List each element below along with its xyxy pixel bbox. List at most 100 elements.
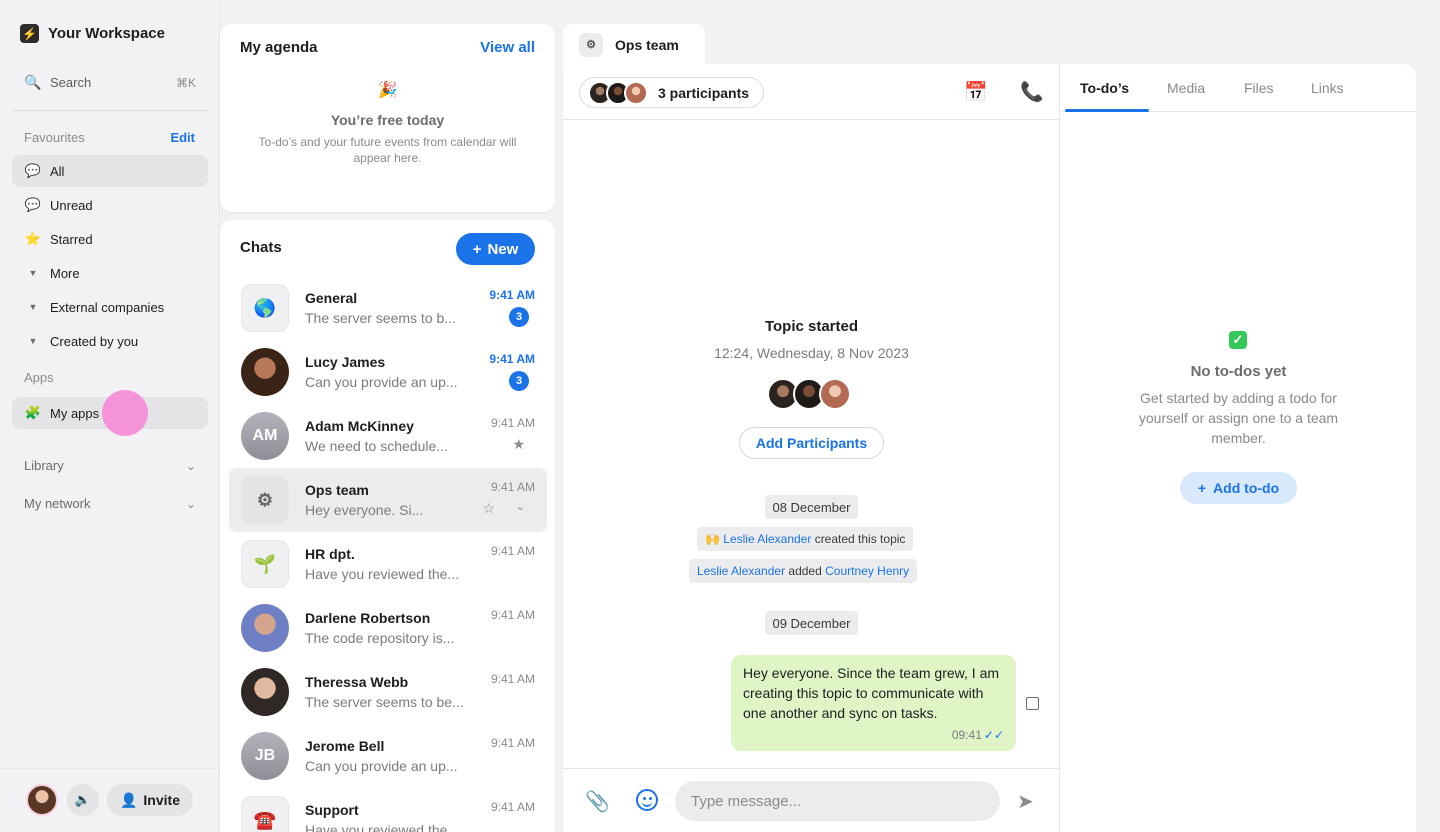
plus-icon: + [1197, 480, 1207, 496]
chat-name: Support [305, 802, 359, 818]
chat-row-adam-mckinney[interactable]: AM Adam McKinney We need to schedule... … [229, 404, 547, 468]
chat-row-darlene-robertson[interactable]: Darlene Robertson The code repository is… [229, 596, 547, 660]
search-button[interactable]: 🔍 Search ⌘K [24, 74, 196, 91]
my-network-section-toggle[interactable]: My network ⌄ [24, 496, 196, 511]
system-message: Leslie Alexander added Courtney Henry [689, 559, 918, 583]
add-todo-button[interactable]: + Add to-do [1180, 472, 1297, 504]
composer: 📎 ➤ [563, 768, 1060, 832]
chat-name: Darlene Robertson [305, 610, 431, 626]
tab-files[interactable]: Files [1244, 80, 1274, 96]
chat-row-jerome-bell[interactable]: JB Jerome Bell Can you provide an up... … [229, 724, 547, 788]
chat-name: HR dpt. [305, 546, 355, 562]
avatar [819, 378, 851, 410]
sidebar-item-created-by-you[interactable]: ▼ Created by you [12, 325, 208, 357]
participants-button[interactable]: 3 participants [579, 77, 765, 108]
favourites-edit-button[interactable]: Edit [170, 130, 195, 145]
chat-name: Ops team [305, 482, 369, 498]
paperclip-icon[interactable]: 📎 [585, 789, 610, 814]
gear-icon: ⚙ [579, 32, 603, 57]
sidebar-item-more[interactable]: ▼ More [12, 257, 208, 289]
message-text: Hey everyone. Since the team grew, I am … [743, 665, 1000, 721]
phone-icon[interactable]: 📞 [1020, 80, 1044, 104]
chevron-down-icon: ⌄ [185, 458, 196, 473]
sidebar-item-unread[interactable]: 💬 Unread [12, 189, 208, 221]
user-link[interactable]: Leslie Alexander [697, 564, 785, 578]
avatar [624, 80, 648, 105]
chat-row-hr-dpt[interactable]: 🌱 HR dpt. Have you reviewed the... 9:41 … [229, 532, 547, 596]
add-participants-button[interactable]: Add Participants [739, 427, 884, 459]
caret-down-icon: ▼ [28, 268, 38, 278]
message-time: 09:41 [951, 728, 982, 742]
unread-badge: 3 [509, 371, 529, 391]
details-pane: To-do’s Media Files Links ✓ No to-dos ye… [1061, 64, 1416, 832]
chat-row-general[interactable]: 🌎 General The server seems to b... 9:41 … [229, 276, 547, 340]
message-input[interactable] [675, 781, 1000, 821]
add-user-icon: 👤 [119, 791, 138, 808]
invite-button[interactable]: 👤 Invite [107, 784, 193, 816]
caret-down-icon: ▼ [28, 336, 38, 346]
sidebar-item-starred[interactable]: ⭐ Starred [12, 223, 208, 255]
chat-preview: Have you reviewed the... [305, 566, 460, 582]
workspace-logo-icon: ⚡ [20, 24, 39, 43]
chat-name: Adam McKinney [305, 418, 414, 434]
globe-icon: 🌎 [241, 284, 289, 332]
user-link[interactable]: Leslie Alexander [723, 532, 811, 546]
calendar-add-icon[interactable]: 📅 [964, 80, 988, 104]
sidebar-item-label: External companies [50, 299, 165, 315]
participants-label: 3 participants [658, 84, 750, 101]
chat-row-lucy-james[interactable]: Lucy James Can you provide an up... 9:41… [229, 340, 547, 404]
tab-media[interactable]: Media [1167, 80, 1205, 96]
chat-pane: 3 participants 📅 📞 Topic started 12:24, … [563, 64, 1060, 832]
sidebar-item-all[interactable]: 💬 All [12, 155, 208, 187]
star-filled-icon[interactable]: ★ [512, 436, 525, 453]
message-bubble[interactable]: Hey everyone. Since the team grew, I am … [731, 655, 1016, 751]
sidebar-item-external-companies[interactable]: ▼ External companies [12, 291, 208, 323]
view-all-link[interactable]: View all [480, 39, 535, 56]
user-link[interactable]: Courtney Henry [825, 564, 909, 578]
favourites-label: Favourites [24, 130, 85, 145]
tab-links[interactable]: Links [1311, 80, 1344, 96]
star-outline-icon[interactable]: ☆ [482, 500, 495, 517]
chat-preview: The server seems to b... [305, 310, 456, 326]
new-chat-button[interactable]: + New [456, 233, 535, 265]
chat-preview: Have you reviewed the... [305, 822, 460, 832]
party-popper-icon: 🎉 [377, 82, 398, 99]
telephone-icon: ☎️ [241, 796, 289, 832]
sidebar-item-label: More [50, 265, 80, 281]
raised-hands-icon: 🙌 [705, 532, 724, 546]
agenda-title: My agenda [240, 39, 318, 56]
chat-preview: Can you provide an up... [305, 758, 458, 774]
speaker-icon: 🔈 [74, 792, 92, 807]
chat-time: 9:41 AM [490, 672, 535, 686]
details-tabs: To-do’s Media Files Links [1061, 64, 1416, 112]
send-icon[interactable]: ➤ [1017, 789, 1034, 814]
message-select-checkbox[interactable] [1026, 697, 1039, 710]
chat-row-theressa-webb[interactable]: Theressa Webb The server seems to be... … [229, 660, 547, 724]
avatar-initials: JB [241, 732, 289, 780]
workspace-switcher[interactable]: ⚡ Your Workspace [20, 24, 165, 43]
chat-time: 9:41 AM [489, 288, 535, 302]
user-avatar[interactable] [26, 784, 58, 816]
agenda-empty-title: You’re free today [330, 112, 445, 128]
chat-row-ops-team[interactable]: ⚙ Ops team Hey everyone. Si... 9:41 AM ☆… [229, 468, 547, 532]
search-label: Search [50, 75, 92, 90]
chevron-down-icon[interactable]: ⌄ [516, 500, 525, 513]
double-check-icon: ✓✓ [983, 728, 1004, 742]
workspace-name: Your Workspace [48, 25, 165, 42]
library-section-toggle[interactable]: Library ⌄ [24, 458, 196, 473]
chat-row-support[interactable]: ☎️ Support Have you reviewed the... 9:41… [229, 788, 547, 832]
chat-preview: The code repository is... [305, 630, 455, 646]
sidebar-item-label: Unread [50, 197, 93, 213]
chat-preview: Can you provide an up... [305, 374, 458, 390]
sound-toggle-button[interactable]: 🔈 [67, 784, 99, 816]
sidebar-divider [12, 110, 208, 111]
gear-icon: ⚙ [241, 476, 289, 524]
chat-preview: We need to schedule... [305, 438, 448, 454]
tab-ops-team[interactable]: ⚙ Ops team [563, 24, 705, 65]
system-text: added [788, 564, 822, 578]
sidebar-item-label: My apps [50, 405, 100, 421]
avatar [241, 604, 289, 652]
search-shortcut: ⌘K [175, 75, 196, 90]
tab-todos[interactable]: To-do’s [1080, 80, 1129, 96]
emoji-icon[interactable] [636, 789, 658, 811]
